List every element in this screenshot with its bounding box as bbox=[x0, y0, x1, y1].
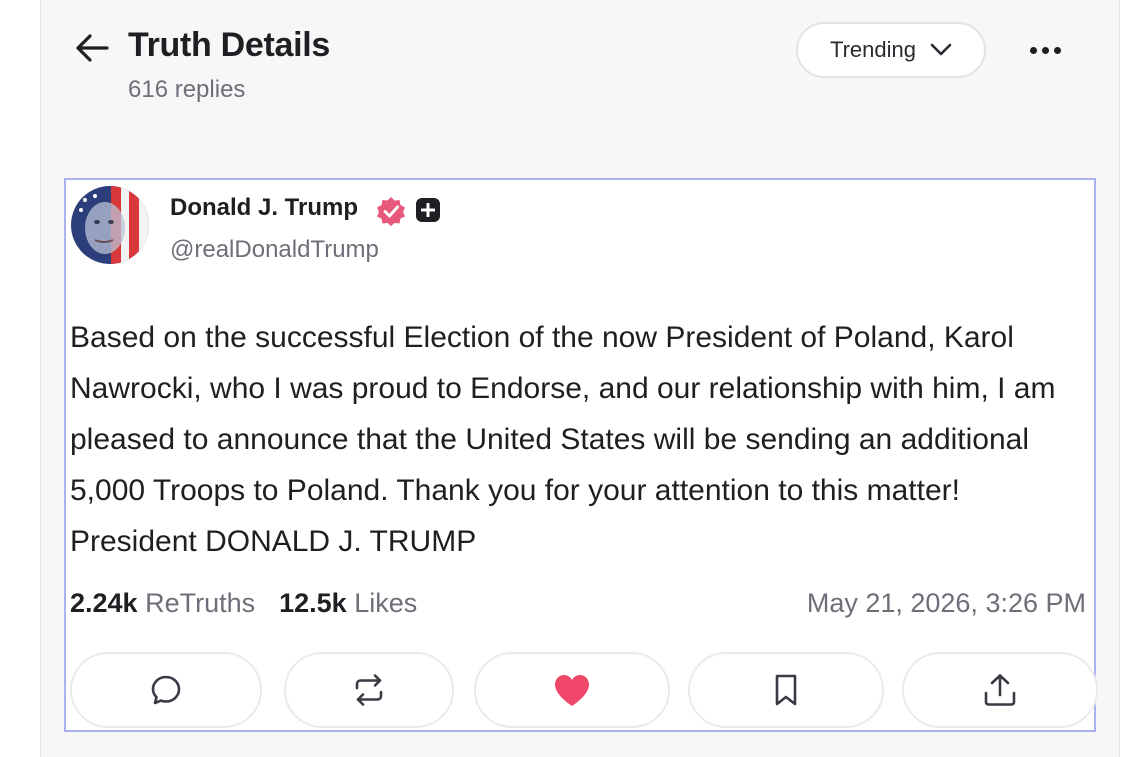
post-timestamp: May 21, 2026, 3:26 PM bbox=[806, 588, 1086, 618]
retruth-icon bbox=[355, 674, 383, 706]
page-header: Truth Details 616 replies Trending bbox=[40, 0, 1120, 150]
bookmark-button[interactable] bbox=[688, 652, 884, 728]
more-dot-icon bbox=[1029, 46, 1037, 54]
retruths-count: 2.24k bbox=[70, 588, 138, 618]
arrow-left-icon bbox=[76, 34, 109, 62]
chevron-down-icon bbox=[930, 43, 952, 56]
post-text: Based on the successful Election of the … bbox=[70, 321, 1056, 558]
likes-stat[interactable]: 12.5k Likes bbox=[279, 588, 417, 619]
more-dot-icon bbox=[1053, 46, 1061, 54]
post-actions bbox=[70, 650, 1098, 730]
bookmark-icon bbox=[775, 674, 797, 706]
retruth-button[interactable] bbox=[284, 652, 454, 728]
page-title: Truth Details bbox=[128, 26, 331, 64]
back-button[interactable] bbox=[72, 28, 112, 68]
likes-label: Likes bbox=[354, 588, 418, 618]
avatar[interactable] bbox=[71, 186, 149, 264]
reply-icon bbox=[151, 675, 181, 705]
sort-label: Trending bbox=[829, 37, 916, 62]
reply-count: 616 replies bbox=[128, 76, 246, 103]
post-card: Donald J. Trump @realDonaldTrump Based o… bbox=[64, 178, 1098, 732]
sort-dropdown[interactable]: Trending bbox=[796, 22, 986, 78]
author-handle[interactable]: @realDonaldTrump bbox=[170, 236, 379, 264]
verified-badge-icon bbox=[377, 197, 405, 226]
retruths-stat[interactable]: 2.24k ReTruths bbox=[70, 588, 255, 619]
share-button[interactable] bbox=[902, 652, 1098, 728]
heart-icon bbox=[555, 675, 589, 706]
retruths-label: ReTruths bbox=[145, 588, 256, 618]
plus-badge-icon bbox=[416, 198, 440, 222]
likes-count: 12.5k bbox=[279, 588, 347, 618]
more-options-button[interactable] bbox=[1020, 28, 1070, 72]
author-name[interactable]: Donald J. Trump bbox=[170, 194, 358, 222]
post-stats: 2.24k ReTruths 12.5k Likes bbox=[70, 588, 417, 619]
like-button[interactable] bbox=[474, 652, 670, 728]
more-dot-icon bbox=[1041, 46, 1049, 54]
share-icon bbox=[984, 674, 1016, 706]
reply-button[interactable] bbox=[70, 652, 262, 728]
